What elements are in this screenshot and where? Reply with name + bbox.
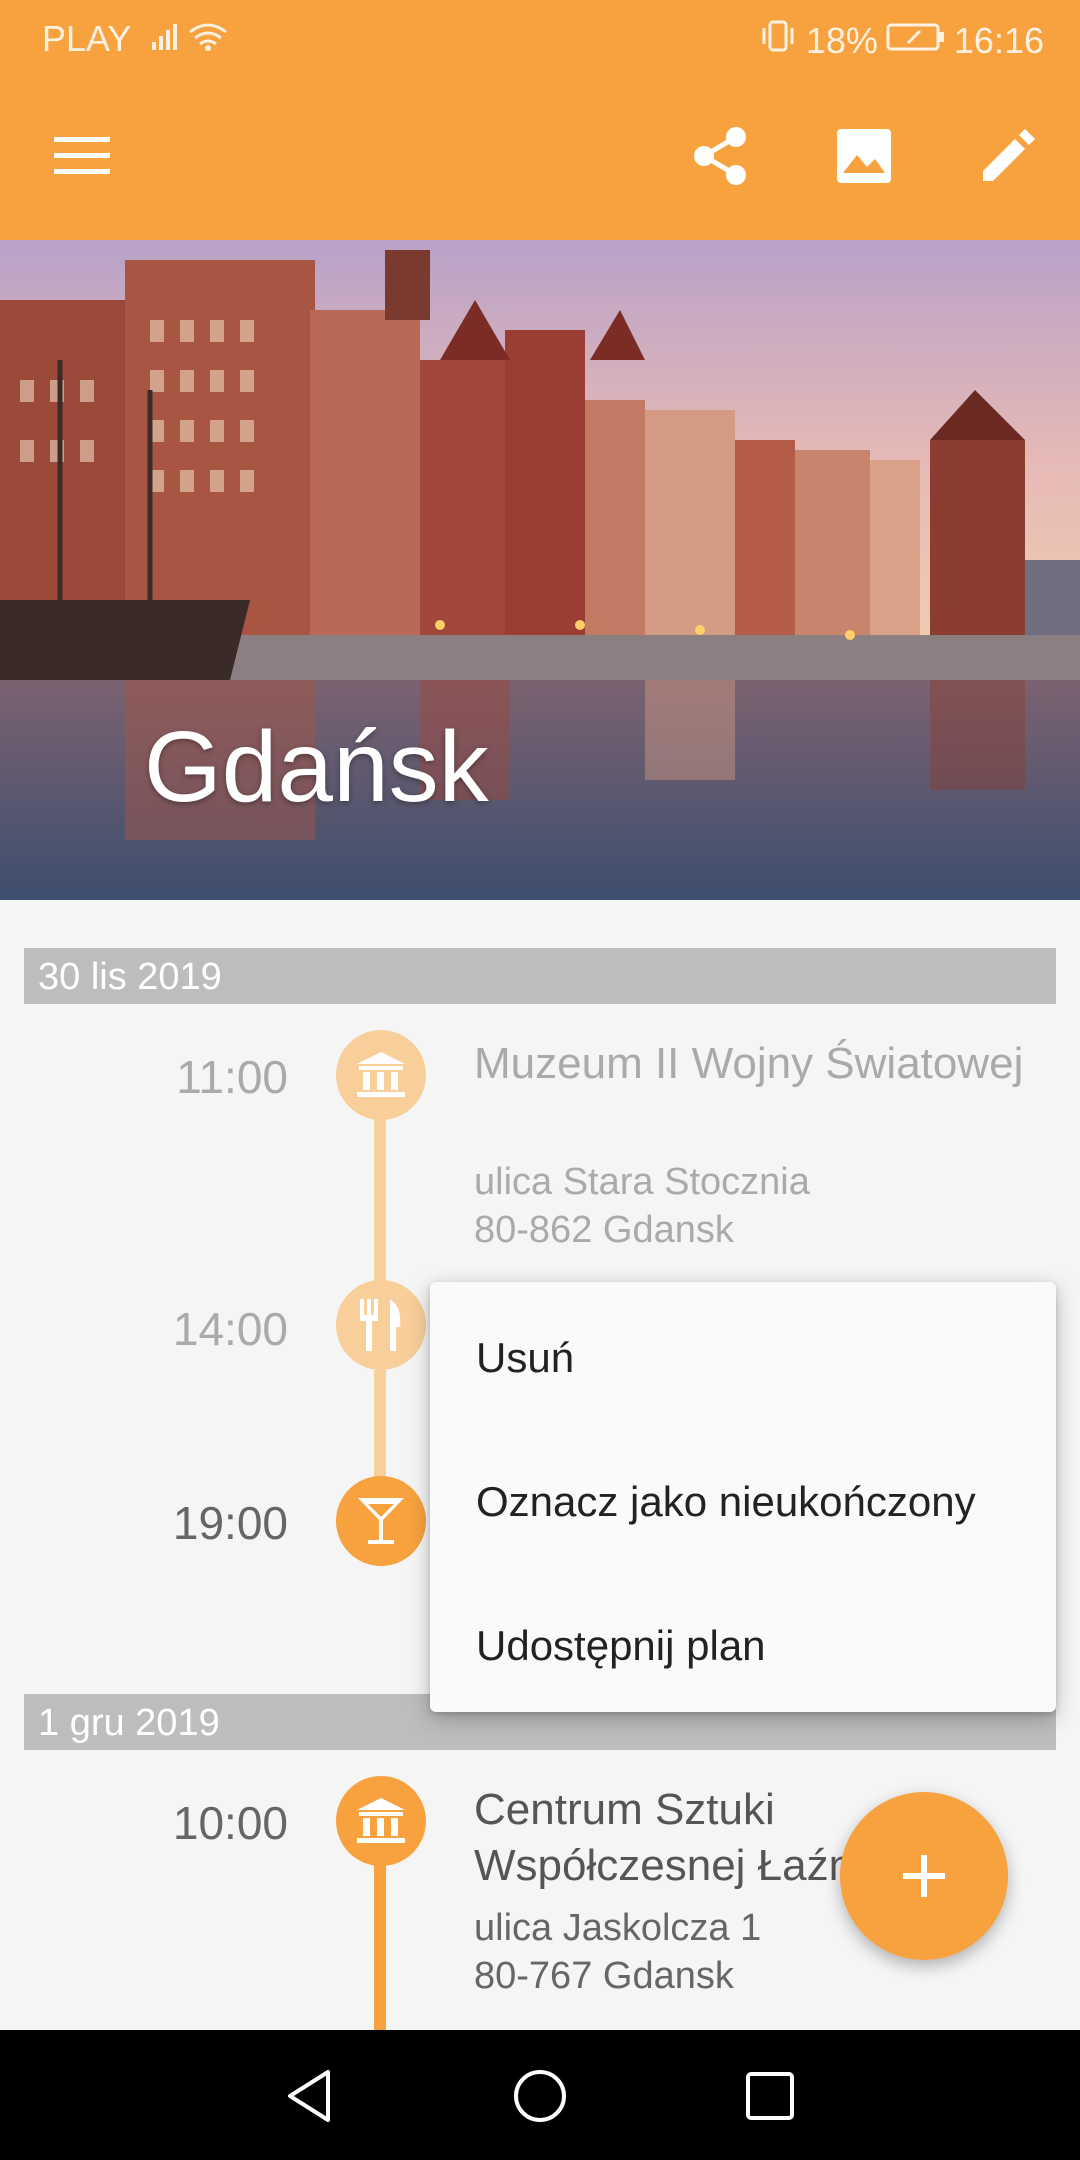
timeline-line bbox=[374, 1370, 386, 1480]
event-time: 10:00 bbox=[172, 1797, 288, 1849]
add-icon bbox=[903, 1855, 945, 1897]
recents-square-icon[interactable] bbox=[740, 2066, 800, 2126]
event-address-line1: ulica Jaskolcza 1 bbox=[474, 1907, 762, 1949]
signal-wifi-icons bbox=[152, 16, 232, 65]
app-toolbar bbox=[0, 72, 1080, 240]
event-address-line2: 80-862 Gdansk bbox=[474, 1209, 734, 1251]
restaurant-icon bbox=[336, 1280, 426, 1370]
timeline-line bbox=[374, 1862, 386, 2030]
status-bar: PLAY 18% 16:16 bbox=[0, 0, 1080, 72]
context-menu: Usuń Oznacz jako nieukończony Udostępnij… bbox=[430, 1282, 1056, 1712]
home-circle-icon[interactable] bbox=[510, 2066, 570, 2126]
menu-item-mark-incomplete[interactable]: Oznacz jako nieukończony bbox=[476, 1478, 976, 1526]
museum-icon bbox=[336, 1776, 426, 1866]
menu-item-delete[interactable]: Usuń bbox=[476, 1334, 574, 1382]
share-icon[interactable] bbox=[686, 122, 754, 190]
battery-percent: 18% bbox=[805, 19, 878, 61]
date-header: 30 lis 2019 bbox=[24, 948, 1056, 1004]
image-icon[interactable] bbox=[830, 122, 898, 190]
event-name[interactable]: Muzeum II Wojny Światowej bbox=[474, 1036, 1034, 1092]
hamburger-menu-icon[interactable] bbox=[48, 122, 116, 190]
add-button[interactable] bbox=[840, 1792, 1008, 1960]
event-address-line2: 80-767 Gdansk bbox=[474, 1955, 734, 1997]
vibrate-icon bbox=[758, 18, 798, 63]
clock: 16:16 bbox=[953, 19, 1044, 61]
carrier-label: PLAY bbox=[42, 18, 132, 59]
cocktail-icon bbox=[336, 1476, 426, 1566]
event-time: 11:00 bbox=[176, 1051, 288, 1103]
battery-icon bbox=[886, 20, 946, 62]
museum-icon bbox=[336, 1030, 426, 1120]
system-nav-bar bbox=[0, 2030, 1080, 2160]
event-name[interactable]: Centrum Sztuki Współczesnej Łaźnia bbox=[474, 1782, 894, 1894]
city-hero-image: Gdańsk bbox=[0, 240, 1080, 900]
event-time: 19:00 bbox=[172, 1497, 288, 1549]
status-right: 18% 16:16 bbox=[758, 18, 1044, 63]
event-address-line1: ulica Stara Stocznia bbox=[474, 1161, 810, 1203]
menu-item-share-plan[interactable]: Udostępnij plan bbox=[476, 1622, 766, 1670]
city-title: Gdańsk bbox=[144, 711, 489, 823]
timeline-line bbox=[374, 1118, 386, 1294]
event-time: 14:00 bbox=[172, 1303, 288, 1355]
back-triangle-icon[interactable] bbox=[280, 2066, 340, 2126]
edit-pencil-icon[interactable] bbox=[974, 122, 1042, 190]
